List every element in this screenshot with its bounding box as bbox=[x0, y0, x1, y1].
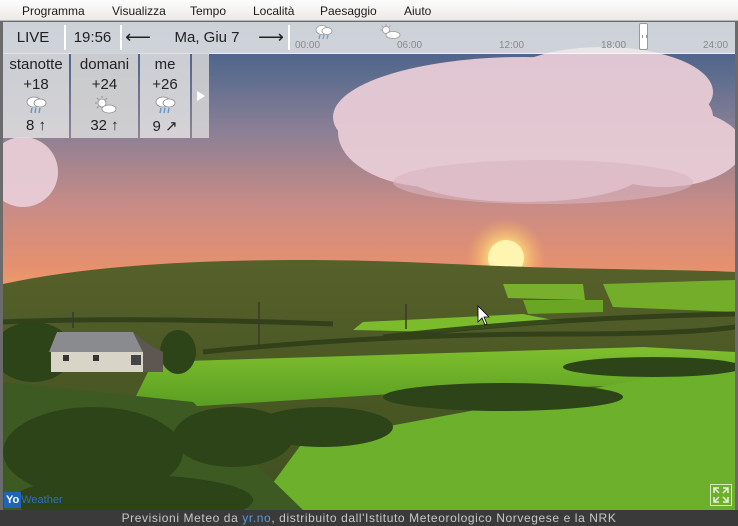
forecast-period: me bbox=[154, 56, 176, 73]
live-button[interactable]: LIVE bbox=[3, 22, 63, 53]
fullscreen-icon[interactable] bbox=[710, 484, 732, 506]
rain-cloud-icon bbox=[155, 96, 176, 114]
timeline-tick: 00:00 bbox=[295, 40, 321, 51]
yr-link[interactable]: yr.no bbox=[242, 511, 271, 525]
forecast-period: stanotte bbox=[9, 56, 63, 73]
timeline-tick: 24:00 bbox=[703, 40, 729, 51]
menu-tempo[interactable]: Tempo bbox=[190, 4, 226, 18]
timeline-tick: 06:00 bbox=[397, 40, 423, 51]
previous-day-arrow-icon[interactable]: ⟵ bbox=[123, 22, 153, 53]
current-time: 19:56 bbox=[73, 29, 112, 46]
menu-aiuto[interactable]: Aiuto bbox=[404, 4, 431, 18]
timeline-tick: 18:00 bbox=[601, 40, 627, 51]
next-day-arrow-icon[interactable]: ⟶ bbox=[256, 22, 286, 53]
menu-bar: Programma Visualizza Tempo Località Paes… bbox=[0, 0, 738, 21]
current-date: Ma, Giu 7 bbox=[174, 29, 240, 46]
menu-paesaggio[interactable]: Paesaggio bbox=[320, 4, 377, 18]
play-arrow-icon bbox=[197, 91, 205, 101]
yoweather-logo[interactable]: Yo Weather bbox=[4, 492, 63, 508]
logo-rest: Weather bbox=[21, 494, 63, 506]
logo-short: Yo bbox=[4, 492, 22, 508]
forecast-next-button[interactable] bbox=[192, 53, 209, 138]
sun-cloud-icon bbox=[94, 96, 116, 114]
forecast-panel: stanotte +18 8 ↑ domani +24 32 ↑ me +26 bbox=[3, 53, 209, 138]
divider bbox=[120, 25, 122, 50]
forecast-temperature: +18 bbox=[23, 76, 49, 93]
menu-localita[interactable]: Località bbox=[253, 4, 294, 18]
forecast-wind: 8 ↑ bbox=[25, 117, 46, 134]
credit-prefix: Previsioni Meteo da bbox=[121, 511, 239, 525]
forecast-temperature: +26 bbox=[152, 76, 178, 93]
timeline-slider-handle[interactable] bbox=[639, 23, 648, 50]
forecast-card-wednesday[interactable]: me +26 9 ↗ bbox=[140, 53, 190, 138]
timeline[interactable]: 00:00 06:00 12:00 18:00 24:00 bbox=[289, 22, 735, 53]
sun-cloud-icon bbox=[380, 24, 401, 39]
credit-suffix: , distribuito dall'Istituto Meteorologic… bbox=[271, 511, 617, 525]
rain-cloud-icon bbox=[315, 25, 333, 40]
rain-cloud-icon bbox=[26, 96, 47, 114]
forecast-wind: 9 ↗ bbox=[152, 118, 178, 135]
time-bar: LIVE 19:56 ⟵ Ma, Giu 7 ⟶ 00:00 06:00 12:… bbox=[3, 22, 735, 54]
timeline-tick: 12:00 bbox=[499, 40, 525, 51]
status-bar: Previsioni Meteo da yr.no, distribuito d… bbox=[0, 510, 738, 526]
menu-visualizza[interactable]: Visualizza bbox=[112, 4, 166, 18]
forecast-card-tonight[interactable]: stanotte +18 8 ↑ bbox=[3, 53, 69, 138]
forecast-temperature: +24 bbox=[91, 76, 118, 93]
forecast-wind: 32 ↑ bbox=[90, 117, 119, 134]
menu-programma[interactable]: Programma bbox=[22, 4, 85, 18]
forecast-card-tomorrow[interactable]: domani +24 32 ↑ bbox=[71, 53, 138, 138]
forecast-period: domani bbox=[79, 56, 130, 73]
